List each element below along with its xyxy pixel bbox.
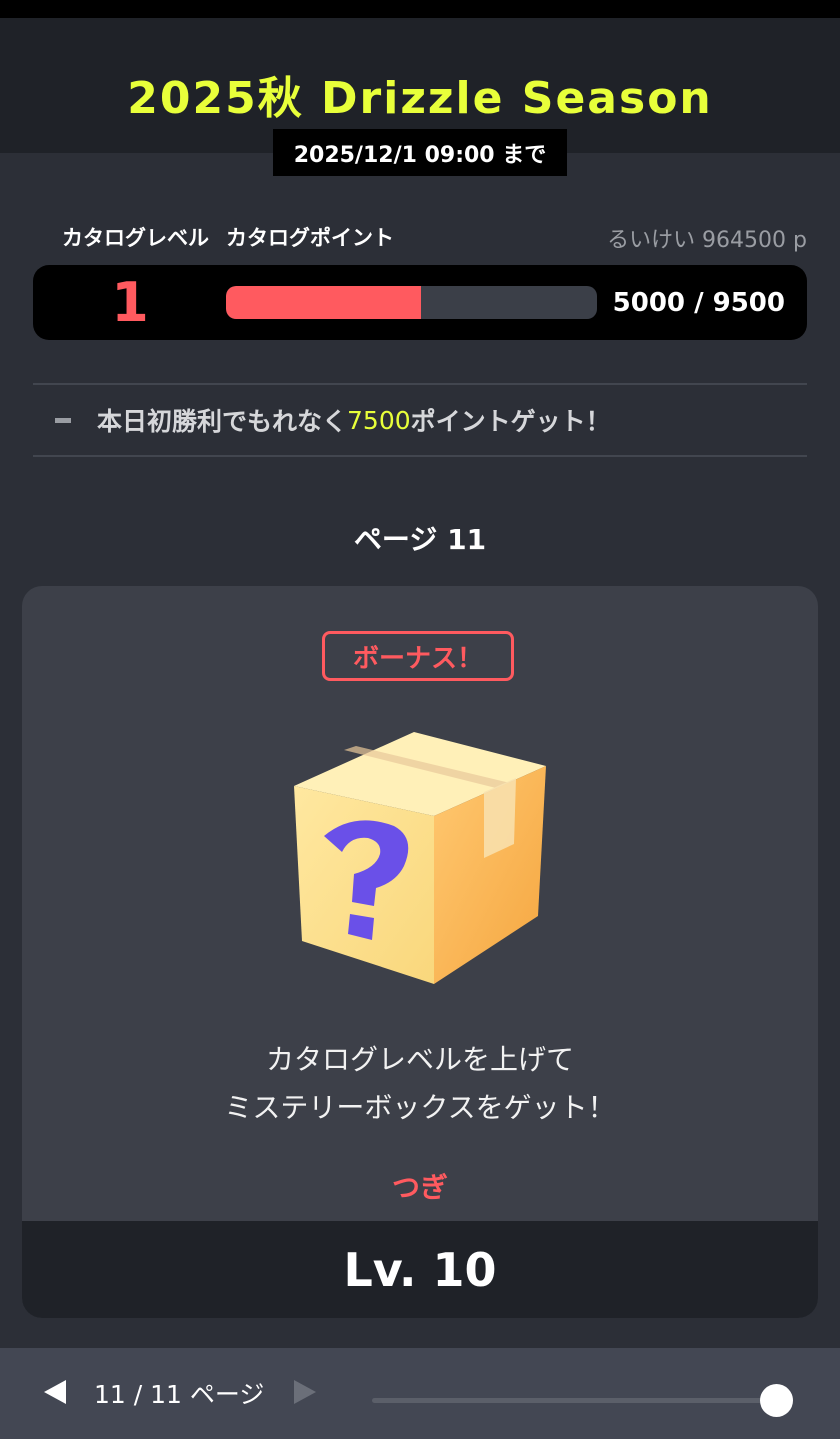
catalog-point-label: カタログポイント — [226, 226, 394, 250]
reward-card[interactable]: ボーナス！ カタログレベルを上げて ミステリーボックスをゲット！ つぎ Lv. … — [22, 586, 818, 1318]
reward-message: カタログレベルを上げて ミステリーボックスをゲット！ — [22, 1036, 818, 1132]
page-heading: ページ 11 — [353, 523, 487, 556]
points-separator: / — [685, 287, 713, 318]
page-indicator: 11 / 11 ページ — [94, 1380, 265, 1409]
catalog-level-label: カタログレベル — [62, 226, 209, 250]
catalog-progress-card: 1 5000 / 9500 — [33, 265, 807, 340]
points-max: 9500 — [712, 287, 785, 318]
bonus-badge: ボーナス！ — [322, 631, 514, 681]
daily-bonus-notice: 本日初勝利でもれなく 7500 ポイントゲット！ — [55, 400, 611, 440]
season-title: 2025秋 Drizzle Season — [127, 73, 713, 124]
triangle-left-icon[interactable] — [42, 1378, 68, 1406]
page-navigation-footer: 11 / 11 ページ — [0, 1348, 840, 1439]
progress-bar-fill — [226, 286, 422, 319]
reward-message-line2: ミステリーボックスをゲット！ — [224, 1091, 616, 1124]
next-label: つぎ — [391, 1171, 448, 1204]
page-slider-thumb[interactable] — [760, 1384, 793, 1417]
points-current: 5000 — [612, 287, 686, 318]
page-slider-track[interactable] — [372, 1398, 776, 1403]
divider-top — [33, 383, 807, 385]
triangle-right-icon[interactable] — [292, 1378, 318, 1406]
notice-prefix: 本日初勝利でもれなく — [97, 407, 348, 436]
season-deadline: 2025/12/1 09:00 まで — [273, 129, 567, 176]
progress-bar-track — [226, 286, 597, 319]
notice-suffix: ポイントゲット！ — [410, 407, 611, 436]
reward-message-line1: カタログレベルを上げて — [265, 1043, 574, 1076]
notice-highlight: 7500 — [347, 405, 411, 435]
points-readout: 5000 / 9500 — [613, 265, 785, 340]
next-level: Lv. 10 — [22, 1221, 818, 1318]
bullet-dash-icon — [55, 417, 71, 423]
mystery-box-icon — [294, 732, 546, 984]
divider-bottom — [33, 455, 807, 457]
status-bar — [0, 0, 840, 18]
catalog-level-value: 1 — [111, 271, 149, 334]
cumulative-points: るいけい 964500 p — [607, 228, 807, 253]
